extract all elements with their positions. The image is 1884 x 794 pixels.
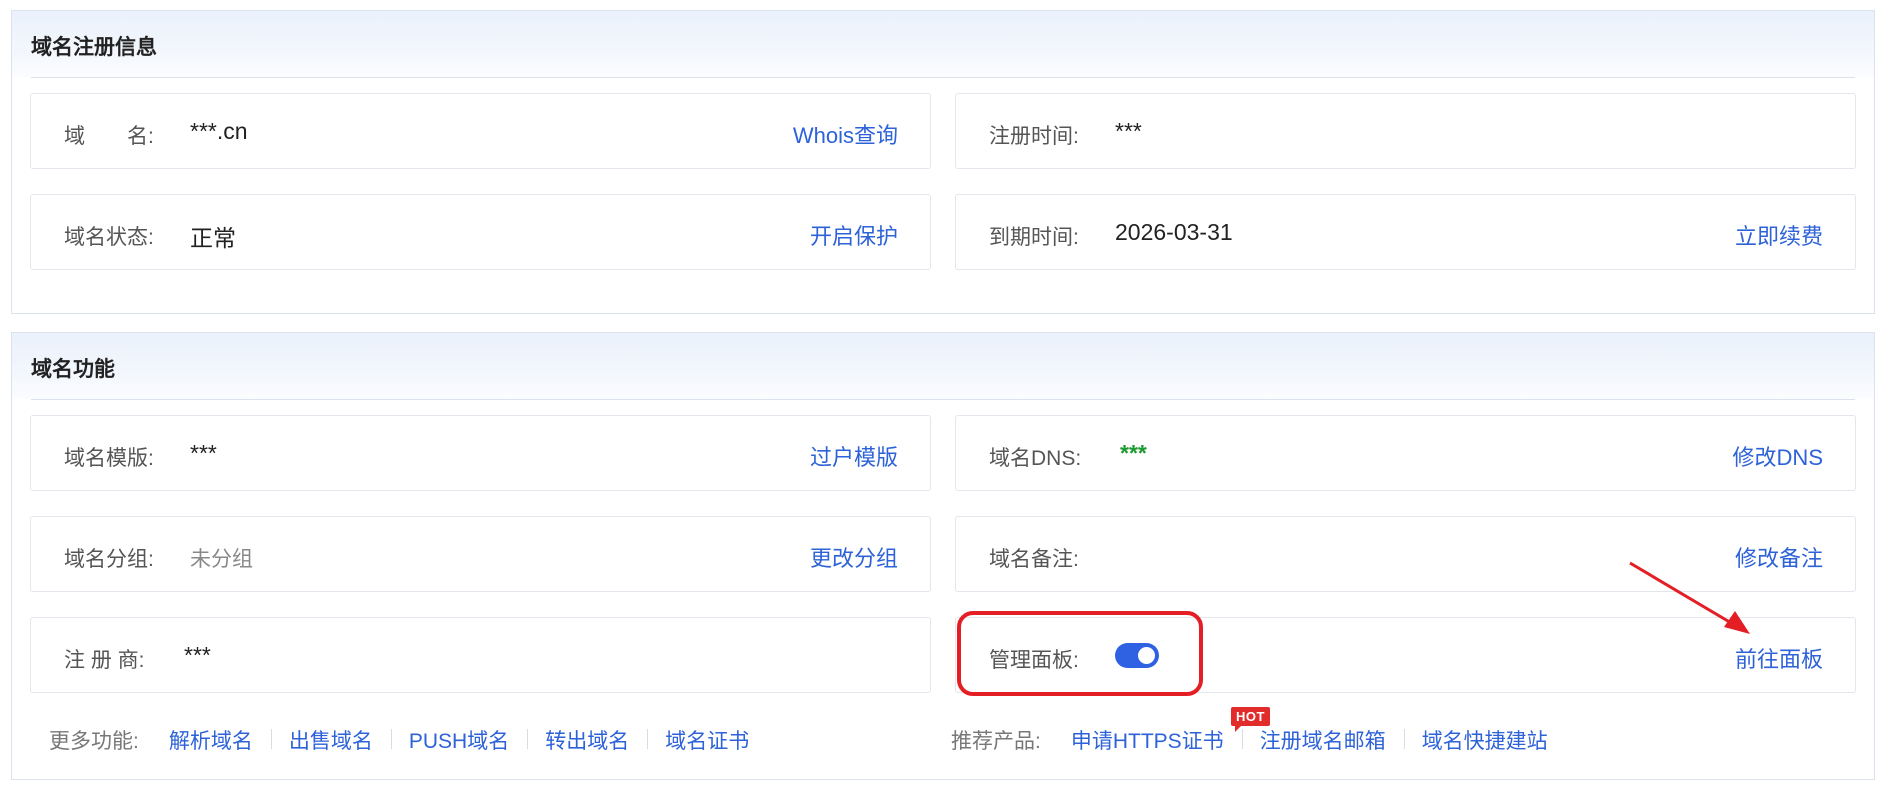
more-link-push-domain[interactable]: PUSH域名	[390, 725, 527, 755]
expire-time-value: 2026-03-31	[1115, 219, 1233, 245]
dns-card: 域名DNS: *** 修改DNS	[955, 415, 1856, 491]
recommend-label: 推荐产品:	[951, 730, 1041, 753]
reg-time-card: 注册时间: ***	[955, 93, 1856, 169]
registration-info-title: 域名注册信息	[31, 36, 157, 59]
remark-label: 域名备注:	[989, 548, 1079, 571]
more-functions-row: 更多功能: 解析域名 出售域名 PUSH域名 转出域名 域名证书	[49, 725, 767, 755]
expire-time-card: 到期时间: 2026-03-31 立即续费	[955, 194, 1856, 270]
domain-features-title: 域名功能	[31, 358, 115, 381]
group-card: 域名分组: 未分组 更改分组	[30, 516, 931, 592]
renew-link[interactable]: 立即续费	[1735, 219, 1823, 251]
recommend-row: 推荐产品: 申请HTTPS证书 注册域名邮箱 域名快捷建站	[951, 725, 1566, 755]
recommend-link-domain-email[interactable]: 注册域名邮箱	[1241, 725, 1404, 755]
registrar-card: 注 册 商: ***	[30, 617, 931, 693]
recommend-link-https-cert[interactable]: 申请HTTPS证书	[1053, 725, 1242, 755]
domain-name-label: 域 名:	[64, 125, 154, 148]
whois-link[interactable]: Whois查询	[793, 118, 898, 150]
recommend-link-site-builder[interactable]: 域名快捷建站	[1403, 725, 1566, 755]
transfer-template-link[interactable]: 过户模版	[810, 440, 898, 472]
hot-badge: HOT	[1231, 707, 1270, 732]
registrar-label: 注 册 商:	[64, 649, 145, 672]
highlight-box	[957, 611, 1203, 696]
header-divider	[31, 77, 1855, 78]
registration-info-header: 域名注册信息	[12, 11, 1874, 78]
more-link-transfer-out[interactable]: 转出域名	[527, 725, 647, 755]
change-group-link[interactable]: 更改分组	[810, 541, 898, 573]
expire-time-label: 到期时间:	[989, 226, 1079, 249]
more-link-sell-domain[interactable]: 出售域名	[270, 725, 391, 755]
more-link-domain-cert[interactable]: 域名证书	[647, 725, 767, 755]
domain-name-value: ***.cn	[190, 118, 248, 144]
domain-status-label: 域名状态:	[64, 226, 154, 249]
template-value: ***	[190, 440, 217, 466]
enable-protection-link[interactable]: 开启保护	[810, 219, 898, 251]
domain-status-card: 域名状态: 正常 开启保护	[30, 194, 931, 270]
group-value: 未分组	[190, 548, 253, 571]
reg-time-value: ***	[1115, 118, 1142, 144]
more-link-dns-resolve[interactable]: 解析域名	[151, 725, 271, 755]
red-arrow-icon	[1629, 561, 1750, 634]
more-functions-label: 更多功能:	[49, 730, 139, 753]
domain-status-value: 正常	[190, 225, 236, 251]
modify-dns-link[interactable]: 修改DNS	[1733, 440, 1823, 472]
registrar-value: ***	[184, 642, 211, 668]
group-label: 域名分组:	[64, 548, 154, 571]
header-divider	[31, 399, 1855, 400]
template-card: 域名模版: *** 过户模版	[30, 415, 931, 491]
domain-features-header: 域名功能	[12, 333, 1874, 400]
go-to-panel-link[interactable]: 前往面板	[1735, 642, 1823, 674]
domain-name-card: 域 名: ***.cn Whois查询	[30, 93, 931, 169]
reg-time-label: 注册时间:	[989, 125, 1079, 148]
template-label: 域名模版:	[64, 447, 154, 470]
dns-value: ***	[1120, 440, 1147, 466]
dns-label: 域名DNS:	[989, 447, 1082, 470]
